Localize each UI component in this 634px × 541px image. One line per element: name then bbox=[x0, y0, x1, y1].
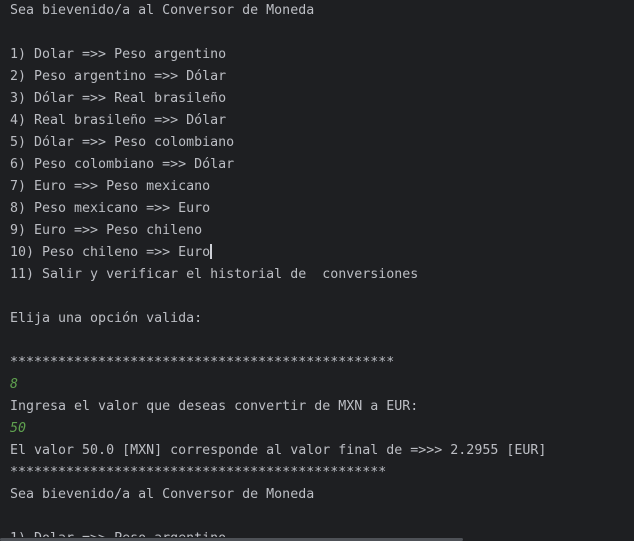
console-line-text: 7) Euro =>> Peso mexicano bbox=[10, 179, 211, 194]
console-user-input: 8 bbox=[10, 374, 634, 396]
console-line: 7) Euro =>> Peso mexicano bbox=[10, 176, 634, 198]
console-line-text: 11) Salir y verificar el historial de co… bbox=[10, 267, 419, 282]
console-user-input: 50 bbox=[10, 418, 634, 440]
console-output-panel[interactable]: Sea bievenido/a al Conversor de Moneda 1)… bbox=[0, 0, 634, 541]
console-line: 4) Real brasileño =>> Dólar bbox=[10, 110, 634, 132]
console-line-text: 5) Dólar =>> Peso colombiano bbox=[10, 135, 235, 150]
console-line: 11) Salir y verificar el historial de co… bbox=[10, 264, 634, 286]
console-line-text: 6) Peso colombiano =>> Dólar bbox=[10, 157, 235, 172]
console-line-text: 9) Euro =>> Peso chileno bbox=[10, 223, 203, 238]
console-line: 6) Peso colombiano =>> Dólar bbox=[10, 154, 634, 176]
console-line: 5) Dólar =>> Peso colombiano bbox=[10, 132, 634, 154]
console-line: 9) Euro =>> Peso chileno bbox=[10, 220, 634, 242]
console-line: Elija una opción valida: bbox=[10, 308, 634, 330]
console-line-text: El valor 50.0 [MXN] corresponde al valor… bbox=[10, 443, 547, 458]
console-line-text: 10) Peso chileno =>> Euro bbox=[10, 245, 211, 260]
console-line-text: Ingresa el valor que deseas convertir de… bbox=[10, 399, 419, 414]
console-line-text: 3) Dólar =>> Real brasileño bbox=[10, 91, 227, 106]
console-line-text: Sea bievenido/a al Conversor de Moneda bbox=[10, 487, 315, 502]
horizontal-scrollbar[interactable] bbox=[0, 537, 634, 541]
console-line: Sea bievenido/a al Conversor de Moneda bbox=[10, 484, 634, 506]
console-line-text: 1) Dolar =>> Peso argentino bbox=[10, 47, 227, 62]
console-line: 2) Peso argentino =>> Dólar bbox=[10, 66, 634, 88]
console-lines: Sea bievenido/a al Conversor de Moneda 1)… bbox=[10, 0, 634, 541]
console-line-text: Sea bievenido/a al Conversor de Moneda bbox=[10, 3, 315, 18]
console-line-text: 8) Peso mexicano =>> Euro bbox=[10, 201, 211, 216]
console-line-text: ****************************************… bbox=[10, 355, 395, 370]
console-line-text: 8 bbox=[10, 377, 19, 392]
console-line: Sea bievenido/a al Conversor de Moneda bbox=[10, 0, 634, 22]
console-line: ****************************************… bbox=[10, 352, 634, 374]
console-line-text: 4) Real brasileño =>> Dólar bbox=[10, 113, 227, 128]
console-line: 3) Dólar =>> Real brasileño bbox=[10, 88, 634, 110]
console-line: Ingresa el valor que deseas convertir de… bbox=[10, 396, 634, 418]
text-caret bbox=[210, 244, 213, 259]
console-line-text: Elija una opción valida: bbox=[10, 311, 203, 326]
console-line: 10) Peso chileno =>> Euro bbox=[10, 242, 634, 264]
console-line: ****************************************… bbox=[10, 462, 634, 484]
console-line: 8) Peso mexicano =>> Euro bbox=[10, 198, 634, 220]
console-line-text: ****************************************… bbox=[10, 465, 387, 480]
console-line: El valor 50.0 [MXN] corresponde al valor… bbox=[10, 440, 634, 462]
console-line-text: 2) Peso argentino =>> Dólar bbox=[10, 69, 227, 84]
console-line: 1) Dolar =>> Peso argentino bbox=[10, 44, 634, 66]
console-line-text: 50 bbox=[10, 421, 27, 436]
